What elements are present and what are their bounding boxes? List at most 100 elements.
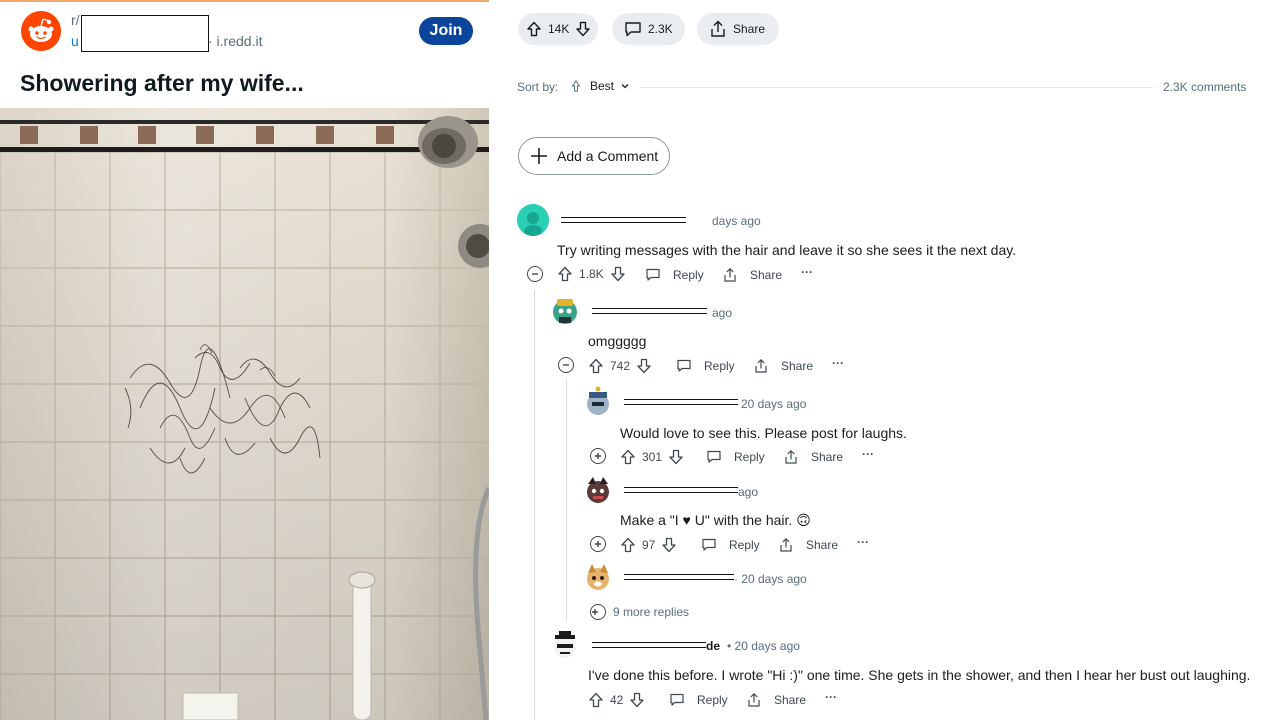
avatar[interactable]: [517, 204, 549, 236]
collapse-button[interactable]: [558, 357, 574, 373]
comment-vote: 1.8K: [557, 266, 632, 282]
more-icon: ···: [862, 447, 874, 461]
upvote-icon[interactable]: [526, 21, 542, 37]
sort-dropdown[interactable]: Best: [570, 79, 630, 93]
avatar[interactable]: [551, 629, 579, 661]
reply-label: Reply: [704, 359, 735, 373]
reddit-alien-icon: [21, 11, 61, 51]
domain-label[interactable]: · i.redd.it: [208, 33, 262, 49]
username-link[interactable]: u: [71, 33, 79, 49]
comment-share-button[interactable]: Share: [746, 692, 806, 708]
expand-button[interactable]: [590, 448, 606, 464]
reply-label: Reply: [697, 693, 728, 707]
post-image[interactable]: [0, 108, 489, 720]
redacted-username: [592, 308, 707, 314]
reply-icon: [646, 268, 660, 281]
downvote-icon[interactable]: [575, 21, 591, 37]
thread-line: [566, 380, 567, 620]
more-options-button[interactable]: ···: [832, 356, 844, 370]
comment-share-button[interactable]: Share: [722, 267, 782, 283]
reply-button[interactable]: Reply: [701, 537, 760, 553]
comment-text: I've done this before. I wrote "Hi :)" o…: [588, 667, 1251, 683]
comment-score: 1.8K: [579, 267, 604, 281]
upvote-icon[interactable]: [620, 537, 642, 553]
collapse-button[interactable]: [527, 266, 543, 282]
upvote-icon[interactable]: [588, 692, 610, 708]
comment-share-button[interactable]: Share: [753, 358, 813, 374]
more-options-button[interactable]: ···: [857, 535, 869, 549]
plus-icon: [595, 453, 601, 459]
join-button[interactable]: Join: [419, 17, 473, 45]
more-options-button[interactable]: ···: [825, 690, 837, 704]
comment-vote: 42: [588, 692, 651, 708]
more-replies-button[interactable]: 9 more replies: [590, 604, 689, 620]
downvote-icon[interactable]: [661, 537, 683, 553]
share-label: Share: [750, 268, 783, 282]
avatar[interactable]: [584, 561, 612, 593]
top-accent-line: [0, 0, 489, 2]
more-replies-label: 9 more replies: [613, 605, 690, 619]
username-suffix[interactable]: de: [706, 639, 720, 653]
comment-time: · 20 days ago: [734, 572, 807, 586]
share-label: Share: [774, 693, 807, 707]
comments-button[interactable]: 2.3K: [612, 13, 685, 45]
redacted-username: [624, 487, 738, 493]
comment-text: Make a "I ♥ U" with the hair. 🙃: [620, 512, 811, 528]
share-icon: [724, 267, 736, 282]
comment-text: omggggg: [588, 333, 647, 349]
share-icon: [785, 449, 797, 464]
avatar[interactable]: [584, 474, 612, 506]
minus-icon: [563, 364, 569, 366]
comment-share-button[interactable]: Share: [778, 537, 838, 553]
share-label: Share: [733, 22, 766, 36]
reply-button[interactable]: Reply: [706, 449, 765, 465]
upvote-icon[interactable]: [557, 266, 579, 282]
more-options-button[interactable]: ···: [801, 265, 813, 279]
comment-score: 301: [642, 450, 663, 464]
minus-icon: [532, 273, 538, 275]
comment-share-button[interactable]: Share: [783, 449, 843, 465]
downvote-icon[interactable]: [629, 692, 651, 708]
add-comment-button[interactable]: Add a Comment: [518, 137, 670, 175]
reply-label: Reply: [729, 538, 760, 552]
sort-divider: [640, 87, 1153, 88]
expand-button[interactable]: [590, 536, 606, 552]
comment-vote: 301: [620, 449, 690, 465]
upvote-icon[interactable]: [588, 358, 610, 374]
redacted-username: [561, 217, 686, 223]
reply-label: Reply: [673, 268, 704, 282]
downvote-icon[interactable]: [668, 449, 690, 465]
comment-score: 742: [610, 359, 631, 373]
more-options-button[interactable]: ···: [862, 447, 874, 461]
more-icon: ···: [857, 535, 869, 549]
reply-button[interactable]: Reply: [669, 692, 728, 708]
more-icon: ···: [801, 265, 813, 279]
avatar[interactable]: [551, 295, 579, 327]
plus-icon: [590, 604, 606, 620]
more-icon: ···: [825, 690, 837, 704]
add-comment-label: Add a Comment: [557, 148, 659, 164]
redacted-username: [624, 399, 738, 405]
subreddit-avatar[interactable]: [21, 11, 61, 51]
reply-button[interactable]: Reply: [676, 358, 735, 374]
downvote-icon[interactable]: [636, 358, 658, 374]
comment-text: Would love to see this. Please post for …: [620, 425, 907, 441]
more-icon: ···: [832, 356, 844, 370]
reply-button[interactable]: Reply: [645, 267, 704, 283]
plus-icon: [529, 146, 549, 166]
sort-value: Best: [590, 79, 615, 93]
subreddit-name[interactable]: r/: [71, 12, 80, 28]
share-label: Share: [806, 538, 839, 552]
post-title[interactable]: Showering after my wife...: [20, 70, 304, 97]
reply-icon: [670, 693, 684, 706]
comment-time: • 20 days ago: [727, 639, 800, 653]
share-button[interactable]: Share: [697, 13, 779, 45]
downvote-icon[interactable]: [610, 266, 632, 282]
share-label: Share: [811, 450, 844, 464]
comment-score: 42: [610, 693, 624, 707]
comment-score: 97: [642, 538, 656, 552]
upvote-icon[interactable]: [620, 449, 642, 465]
total-comments: 2.3K comments: [1163, 80, 1247, 94]
share-icon: [755, 358, 767, 373]
avatar[interactable]: [584, 386, 612, 418]
